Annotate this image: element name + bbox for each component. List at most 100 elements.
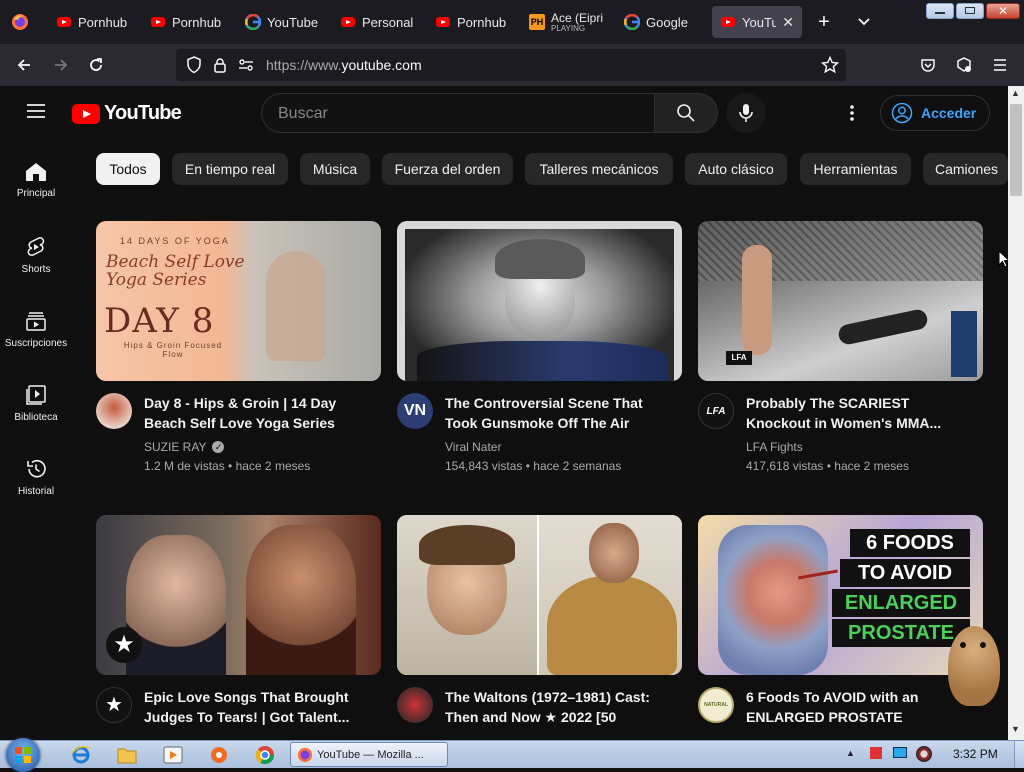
chip-fuerza-del-orden[interactable]: Fuerza del orden <box>382 153 513 185</box>
file-explorer-icon[interactable] <box>116 744 138 766</box>
tab-3[interactable]: Personaliz <box>332 6 422 38</box>
internet-explorer-icon[interactable] <box>70 744 92 766</box>
forward-arrow-icon[interactable] <box>51 55 71 75</box>
thumbnail-hair-left <box>419 525 515 565</box>
chip-herramientas[interactable]: Herramientas <box>800 153 911 185</box>
tab-6[interactable]: Google <box>616 6 706 38</box>
voice-search-button[interactable] <box>726 93 766 133</box>
google-icon <box>245 14 261 30</box>
extensions-icon[interactable] <box>954 55 974 75</box>
chip-musica[interactable]: Música <box>300 153 370 185</box>
channel-name[interactable]: SUZIE RAY ✓ <box>144 440 225 454</box>
show-desktop-button[interactable] <box>1014 741 1024 768</box>
video-thumbnail[interactable]: LFA <box>698 221 983 381</box>
video-title[interactable]: 6 Foods To AVOID with an ENLARGED PROSTA… <box>746 687 966 727</box>
video-title[interactable]: The Waltons (1972–1981) Cast: Then and N… <box>445 687 665 727</box>
chip-camiones[interactable]: Camiones <box>923 153 1008 185</box>
tray-monitor-icon[interactable] <box>893 747 907 758</box>
channel-avatar[interactable]: VN <box>397 393 433 429</box>
sign-in-label: Acceder <box>921 105 977 121</box>
thumbnail-face-right <box>589 523 639 583</box>
close-tab-icon[interactable]: ✕ <box>782 14 794 31</box>
tab-2[interactable]: YouTube <box>237 6 327 38</box>
search-button[interactable] <box>654 93 718 133</box>
thumbnail-text-small: 14 DAYS OF YOGA <box>120 236 230 246</box>
url-bar[interactable]: https://www.youtube.com <box>176 49 846 81</box>
channel-avatar[interactable] <box>397 687 433 723</box>
channel-name[interactable]: Viral Nater <box>445 440 501 454</box>
permissions-icon[interactable] <box>236 55 256 75</box>
scrollbar-thumb[interactable] <box>1010 104 1022 196</box>
channel-avatar[interactable] <box>96 393 132 429</box>
youtube-logo[interactable]: YouTube <box>72 102 182 125</box>
scroll-down-arrow-icon[interactable]: ▼ <box>1011 724 1020 734</box>
firefox-icon[interactable] <box>10 12 30 32</box>
more-options-icon[interactable] <box>846 103 858 123</box>
close-window-button[interactable]: ✕ <box>986 3 1020 19</box>
channel-avatar[interactable]: NATURAL <box>698 687 734 723</box>
video-title[interactable]: Epic Love Songs That Brought Judges To T… <box>144 687 364 727</box>
channel-avatar[interactable]: LFA <box>698 393 734 429</box>
video-thumbnail[interactable]: ★ <box>96 515 381 675</box>
new-tab-icon[interactable]: + <box>814 11 834 33</box>
bookmark-star-icon[interactable] <box>820 55 840 75</box>
reload-icon[interactable] <box>86 55 106 75</box>
channel-avatar[interactable]: ★ <box>96 687 132 723</box>
youtube-logo-text: YouTube <box>104 102 182 124</box>
tab-1[interactable]: Pornhub <box>142 6 232 38</box>
maximize-button[interactable] <box>956 3 984 19</box>
chip-talleres-mecanicos[interactable]: Talleres mecánicos <box>525 153 673 185</box>
tab-list-chevron-icon[interactable] <box>854 12 874 32</box>
vertical-scrollbar[interactable]: ▲ ▼ <box>1008 86 1024 740</box>
guide-item-shorts[interactable]: Shorts <box>0 236 72 275</box>
thumbnail-fighter <box>742 245 772 355</box>
tab-7-active[interactable]: YouTube ✕ <box>712 6 802 38</box>
back-arrow-icon[interactable] <box>14 55 34 75</box>
guide-item-library[interactable]: Biblioteca <box>0 384 72 423</box>
show-hidden-icons-icon[interactable]: ▲ <box>846 748 855 758</box>
thumbnail-text-line3: ENLARGED <box>832 589 970 617</box>
video-title[interactable]: Probably The SCARIEST Knockout in Women'… <box>746 393 966 433</box>
search-input[interactable]: Buscar <box>261 93 654 133</box>
taskbar-firefox-window[interactable]: YouTube — Mozilla ... <box>290 742 448 767</box>
start-button[interactable] <box>6 738 40 772</box>
app-menu-icon[interactable] <box>990 55 1010 75</box>
tray-volume-icon[interactable] <box>916 746 932 762</box>
url-text[interactable]: https://www.youtube.com <box>266 57 422 73</box>
chip-en-tiempo-real[interactable]: En tiempo real <box>172 153 288 185</box>
pocket-icon[interactable] <box>918 55 938 75</box>
minimize-button[interactable] <box>926 3 954 19</box>
tray-flag-icon[interactable] <box>870 747 882 759</box>
video-thumbnail[interactable]: 14 DAYS OF YOGA Beach Self Love Yoga Ser… <box>96 221 381 381</box>
scroll-up-arrow-icon[interactable]: ▲ <box>1011 88 1020 98</box>
lock-icon[interactable] <box>210 55 230 75</box>
desktop-pet-hamster[interactable] <box>940 616 1006 712</box>
guide-item-home[interactable]: Principal <box>0 162 72 199</box>
chip-auto-clasico[interactable]: Auto clásico <box>685 153 787 185</box>
hamburger-menu-icon[interactable] <box>26 103 46 124</box>
guide-item-subscriptions[interactable]: Suscripciones <box>0 310 72 349</box>
guide-label: Shorts <box>21 264 51 275</box>
thumbnail-badge: LFA <box>726 351 752 365</box>
sign-in-button[interactable]: Acceder <box>880 95 990 131</box>
thumbnail-sponsor-text <box>951 311 977 377</box>
upload-age: hace 2 semanas <box>533 459 622 473</box>
media-player-icon[interactable] <box>162 744 184 766</box>
video-title[interactable]: The Controversial Scene That Took Gunsmo… <box>445 393 665 433</box>
shield-icon[interactable] <box>184 55 204 75</box>
media-app-icon[interactable] <box>208 744 230 766</box>
tab-label: Pornhub <box>457 14 507 30</box>
video-thumbnail[interactable] <box>397 221 682 381</box>
tab-0[interactable]: Pornhub <box>48 6 138 38</box>
guide-label: Suscripciones <box>4 338 68 349</box>
taskbar-clock[interactable]: 3:32 PM <box>953 747 998 761</box>
video-title[interactable]: Day 8 - Hips & Groin | 14 Day Beach Self… <box>144 393 364 433</box>
chrome-icon[interactable] <box>254 744 276 766</box>
video-thumbnail[interactable] <box>397 515 682 675</box>
tab-5[interactable]: PH Ace (Eipri PLAYING <box>521 6 611 38</box>
guide-item-history[interactable]: Historial <box>0 458 72 497</box>
history-icon <box>27 459 46 478</box>
tab-4[interactable]: Pornhub <box>427 6 517 38</box>
chip-todos[interactable]: Todos <box>96 153 160 185</box>
channel-name[interactable]: LFA Fights <box>746 440 803 454</box>
